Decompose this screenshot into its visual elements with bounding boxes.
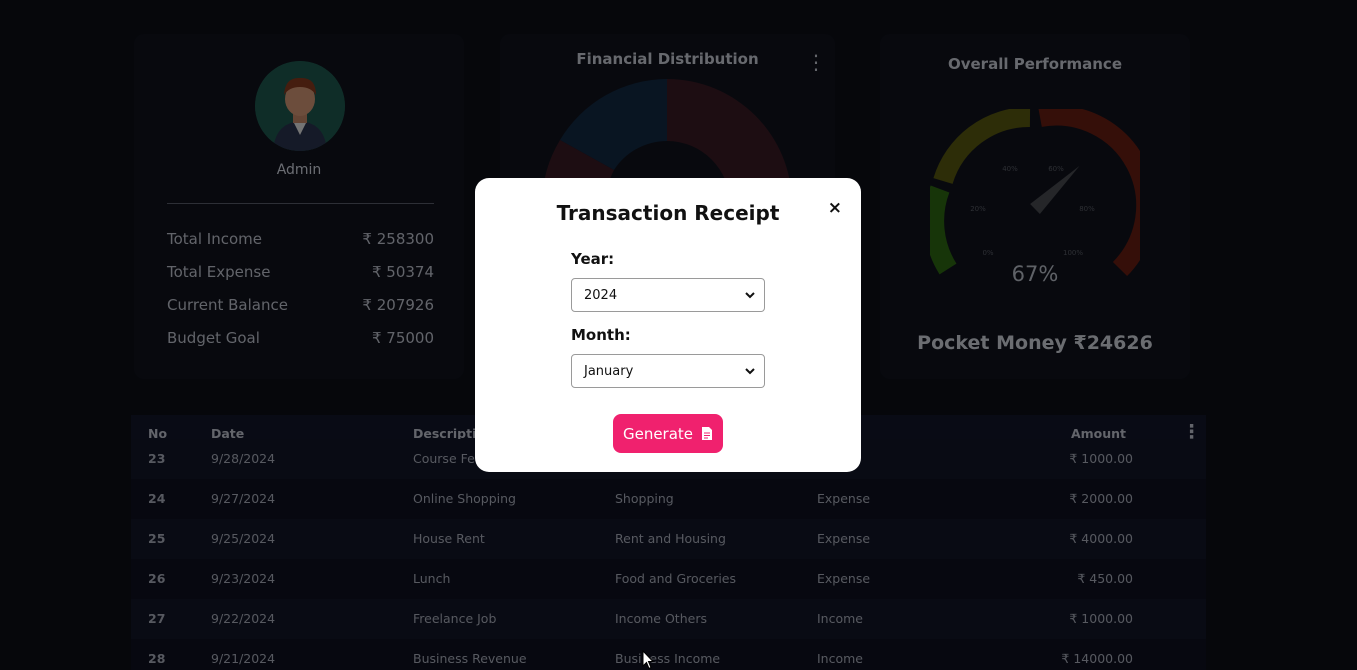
document-icon xyxy=(702,427,713,440)
generate-button[interactable]: Generate xyxy=(613,414,723,453)
generate-label: Generate xyxy=(622,424,694,443)
month-label: Month: xyxy=(571,326,631,344)
modal-title: Transaction Receipt xyxy=(556,201,780,225)
month-select-value: January xyxy=(584,364,634,379)
close-icon[interactable]: × xyxy=(828,198,842,218)
month-select[interactable]: January xyxy=(571,354,765,388)
transaction-receipt-modal: Transaction Receipt × Year: 2024 Month: … xyxy=(475,178,861,472)
year-select-value: 2024 xyxy=(584,288,618,303)
mouse-cursor-icon xyxy=(642,650,654,670)
year-label: Year: xyxy=(571,250,615,268)
chevron-down-icon xyxy=(745,292,755,299)
year-select[interactable]: 2024 xyxy=(571,278,765,312)
chevron-down-icon xyxy=(745,368,755,375)
